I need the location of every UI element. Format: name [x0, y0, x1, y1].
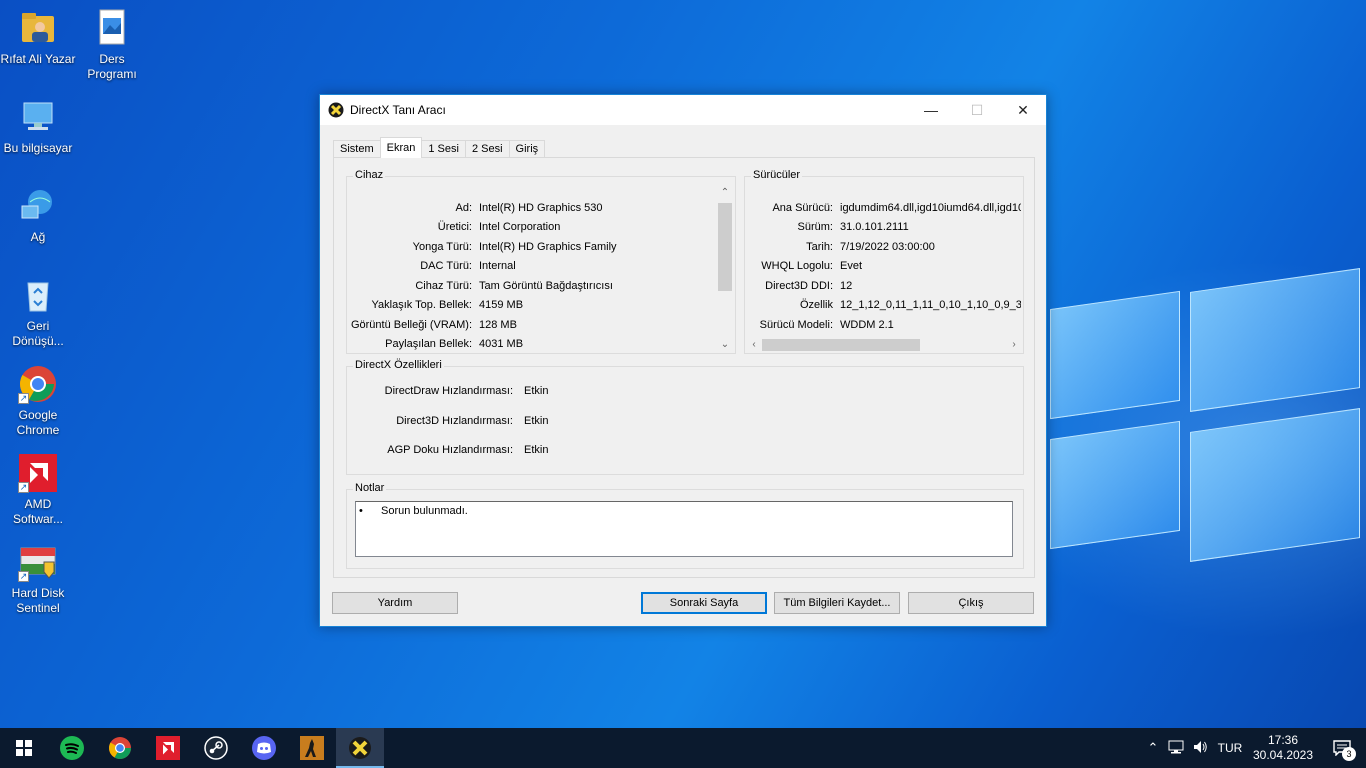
desktop-icon-label: AMD Softwar... — [12, 497, 64, 526]
scroll-down-arrow-icon[interactable]: ⌄ — [717, 337, 733, 353]
discord-icon — [252, 736, 276, 760]
clock-time: 17:36 — [1267, 733, 1299, 747]
notification-count-badge: 3 — [1342, 747, 1356, 761]
taskbar-steam[interactable] — [192, 728, 240, 768]
drivers-info-list: Ana Sürücü: igdumdim64.dll,igd10iumd64.dl… — [759, 202, 1021, 331]
notes-textbox[interactable]: • Sorun bulunmadı. — [355, 501, 1013, 557]
drivers-horizontal-scrollbar[interactable]: ‹ › — [746, 337, 1022, 353]
drivers-group: Sürücüler Ana Sürücü: igdumdim64.dll,igd1… — [744, 169, 1024, 354]
wallpaper-windows-logo — [1040, 268, 1366, 590]
exit-button[interactable]: Çıkış — [908, 592, 1034, 614]
language-indicator[interactable]: TUR — [1212, 741, 1248, 755]
steam-icon — [204, 736, 228, 760]
clock[interactable]: 17:36 30.04.2023 — [1248, 733, 1318, 763]
notes-item: Sorun bulunmadı. — [381, 505, 468, 517]
desktop-icon-label: Geri Dönüşü... — [12, 319, 64, 348]
network-icon — [18, 186, 58, 226]
next-page-button[interactable]: Sonraki Sayfa — [641, 592, 767, 614]
action-center-button[interactable]: 3 — [1318, 728, 1366, 768]
drivers-group-label: Sürücüler — [751, 169, 803, 181]
desktop-icon-label: Ders Programı — [87, 52, 137, 81]
desktop-icon-amd[interactable]: ↗ AMD Softwar... — [0, 453, 76, 527]
scroll-thumb[interactable] — [718, 203, 732, 291]
directx-diagnostic-window[interactable]: DirectX Tanı Aracı — ☐ ✕ Sistem Ekran 1 … — [319, 94, 1047, 627]
directx-features-group: DirectX Özellikleri DirectDraw Hızlandır… — [346, 359, 1024, 475]
desktop-icon-hard-disk-sentinel[interactable]: ↗ Hard Disk Sentinel — [0, 542, 76, 616]
directx-features-group-label: DirectX Özellikleri — [353, 359, 444, 371]
hdd-sentinel-icon: ↗ — [18, 542, 58, 582]
taskbar-spotify[interactable] — [48, 728, 96, 768]
desktop-icon-user-folder[interactable]: Rıfat Ali Yazar — [0, 8, 76, 67]
taskbar-amd[interactable] — [144, 728, 192, 768]
tab-1-sesi[interactable]: 1 Sesi — [421, 140, 466, 158]
scroll-thumb[interactable] — [762, 339, 920, 351]
recycle-bin-icon — [18, 275, 58, 315]
tab-sistem[interactable]: Sistem — [333, 140, 381, 158]
counter-strike-icon — [300, 736, 324, 760]
device-vertical-scrollbar[interactable]: ⌃ ⌄ — [717, 185, 733, 353]
tab-ekran[interactable]: Ekran — [379, 137, 423, 158]
taskbar-counter-strike[interactable] — [288, 728, 336, 768]
save-all-info-button[interactable]: Tüm Bilgileri Kaydet... — [774, 592, 900, 614]
amd-icon: ↗ — [18, 453, 58, 493]
notes-group-label: Notlar — [353, 482, 387, 494]
device-group-label: Cihaz — [353, 169, 386, 181]
tab-panel-ekran: Cihaz Ad: Intel(R) HD Graphics 530 Üretic… — [333, 157, 1035, 578]
scroll-left-arrow-icon[interactable]: ‹ — [746, 337, 762, 353]
tab-giris[interactable]: Giriş — [508, 140, 546, 158]
maximize-button[interactable]: ☐ — [954, 95, 1000, 125]
taskbar-chrome[interactable] — [96, 728, 144, 768]
directx-icon — [328, 102, 344, 118]
desktop-icon-label: Bu bilgisayar — [3, 141, 73, 155]
start-button[interactable] — [0, 728, 48, 768]
spotify-icon — [60, 736, 84, 760]
taskbar-discord[interactable] — [240, 728, 288, 768]
desktop-icon-label: Ağ — [30, 230, 46, 244]
taskbar-directx[interactable] — [336, 728, 384, 768]
desktop-icon-label: Google Chrome — [16, 408, 60, 437]
shortcut-arrow-icon: ↗ — [18, 571, 29, 582]
shortcut-arrow-icon: ↗ — [18, 482, 29, 493]
desktop-icon-label: Rıfat Ali Yazar — [0, 52, 76, 66]
clock-date: 30.04.2023 — [1252, 748, 1314, 762]
desktop-icon-network[interactable]: Ağ — [0, 186, 76, 245]
scroll-up-arrow-icon[interactable]: ⌃ — [717, 185, 733, 201]
network-status-icon[interactable] — [1164, 740, 1188, 757]
image-file-icon — [92, 8, 132, 48]
desktop-icon-recycle-bin[interactable]: Geri Dönüşü... — [0, 275, 76, 349]
notes-bullet-icon: • — [359, 505, 363, 517]
chevron-up-icon[interactable]: ⌃ — [1142, 740, 1164, 756]
notes-group: Notlar • Sorun bulunmadı. — [346, 482, 1024, 569]
window-titlebar[interactable]: DirectX Tanı Aracı — ☐ ✕ — [320, 95, 1046, 125]
desktop-icon-label: Hard Disk Sentinel — [11, 586, 65, 615]
desktop-icon-ders-programi[interactable]: Ders Programı — [74, 8, 150, 82]
computer-icon — [18, 97, 58, 137]
scroll-right-arrow-icon[interactable]: › — [1006, 337, 1022, 353]
volume-icon[interactable] — [1188, 740, 1212, 757]
desktop-icon-this-pc[interactable]: Bu bilgisayar — [0, 97, 76, 156]
desktop-icon-chrome[interactable]: ↗ Google Chrome — [0, 364, 76, 438]
shortcut-arrow-icon: ↗ — [18, 393, 29, 404]
window-title: DirectX Tanı Aracı — [350, 103, 446, 117]
close-button[interactable]: ✕ — [1000, 95, 1046, 125]
chrome-icon: ↗ — [18, 364, 58, 404]
tab-bar: Sistem Ekran 1 Sesi 2 Sesi Giriş — [333, 137, 546, 158]
chrome-icon — [109, 737, 131, 759]
start-icon — [16, 740, 32, 756]
directx-icon — [349, 737, 371, 759]
system-tray: ⌃ TUR 17:36 30.04.2023 3 — [1142, 728, 1366, 768]
taskbar: ⌃ TUR 17:36 30.04.2023 3 — [0, 728, 1366, 768]
folder-user-icon — [18, 8, 58, 48]
device-group: Cihaz Ad: Intel(R) HD Graphics 530 Üretic… — [346, 169, 736, 354]
amd-icon — [156, 736, 180, 760]
help-button[interactable]: Yardım — [332, 592, 458, 614]
device-info-list: Ad: Intel(R) HD Graphics 530 Üretici: Inte… — [350, 202, 617, 350]
minimize-button[interactable]: — — [908, 95, 954, 125]
tab-2-sesi[interactable]: 2 Sesi — [464, 140, 510, 158]
